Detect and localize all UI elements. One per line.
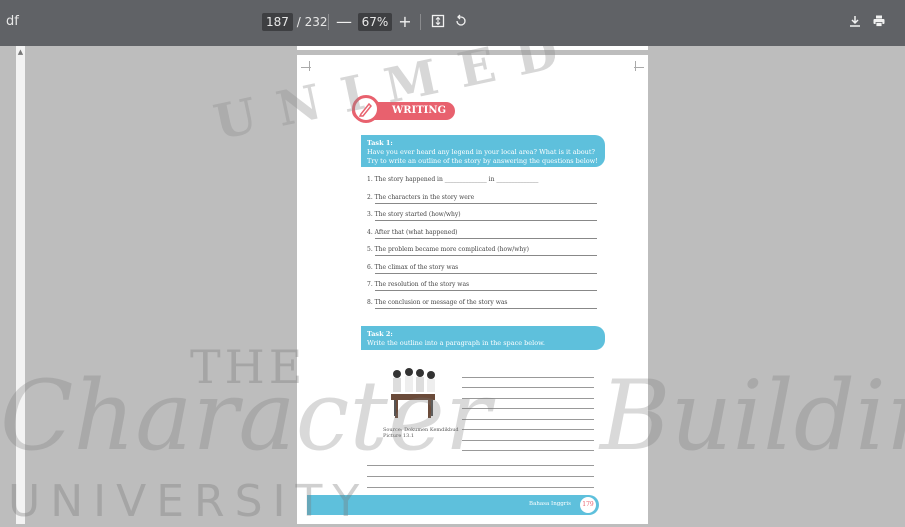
page-indicator: 187 / 232 [262, 13, 328, 31]
toolbar-divider [328, 14, 329, 30]
page-footer: Bahasa Inggris 179 [307, 495, 599, 515]
task2-text: Write the outline into a paragraph in th… [367, 339, 545, 347]
download-button[interactable] [845, 10, 865, 34]
document-title: df [6, 14, 19, 29]
zoom-out-button[interactable]: — [334, 10, 354, 34]
toolbar-divider [420, 14, 421, 30]
scrollbar[interactable]: ▲ [16, 46, 25, 524]
zoom-level-input[interactable]: 67% [358, 13, 392, 31]
print-button[interactable] [869, 10, 889, 34]
footer-page-number: 179 [580, 497, 596, 513]
page-separator: / [296, 15, 301, 29]
footer-book-title: Bahasa Inggris [529, 501, 571, 507]
list-item: 6. The climax of the story was [367, 264, 597, 282]
download-icon [850, 16, 860, 27]
pdf-toolbar: df 187 / 232 — 67% + [0, 0, 905, 46]
task1-title: Task 1: [367, 139, 393, 147]
rotate-icon [456, 14, 466, 26]
watermark-the: THE [190, 340, 307, 394]
writing-lines-bottom [367, 455, 594, 488]
previous-page-edge [297, 46, 648, 50]
pencil-icon [352, 95, 380, 123]
task2-title: Task 2: [367, 330, 393, 338]
print-icon [873, 15, 885, 27]
list-item: 1. The story happened in ______________ … [367, 176, 539, 183]
task1-box: Task 1: Have you ever heard any legend i… [361, 135, 605, 167]
task2-box: Task 2: Write the outline into a paragra… [361, 326, 605, 350]
task1-text: Have you ever heard any legend in your l… [367, 148, 598, 165]
list-item: 3. The story started (how/why) [367, 211, 597, 229]
current-page-input[interactable]: 187 [262, 13, 293, 31]
fit-page-icon [431, 14, 445, 28]
rotate-button[interactable] [451, 10, 471, 34]
image-caption: Source: Dokumen Kemdikbud Picture 13.1 [383, 427, 459, 439]
total-pages: 232 [304, 15, 328, 29]
question-list: 1. The story happened in ______________ … [367, 176, 597, 316]
writing-lines [462, 367, 594, 451]
scroll-up-arrow-icon[interactable]: ▲ [16, 48, 25, 56]
fit-page-button[interactable] [428, 10, 448, 34]
list-item: 8. The conclusion or message of the stor… [367, 299, 597, 317]
students-illustration [391, 368, 435, 418]
list-item: 7. The resolution of the story was [367, 281, 597, 299]
list-item: 4. After that (what happened) [367, 229, 597, 247]
zoom-in-button[interactable]: + [395, 10, 415, 34]
list-item: 2. The characters in the story were [367, 194, 597, 212]
pdf-page: WRITING Task 1: Have you ever heard any … [297, 55, 648, 524]
list-item: 5. The problem became more complicated (… [367, 246, 597, 264]
